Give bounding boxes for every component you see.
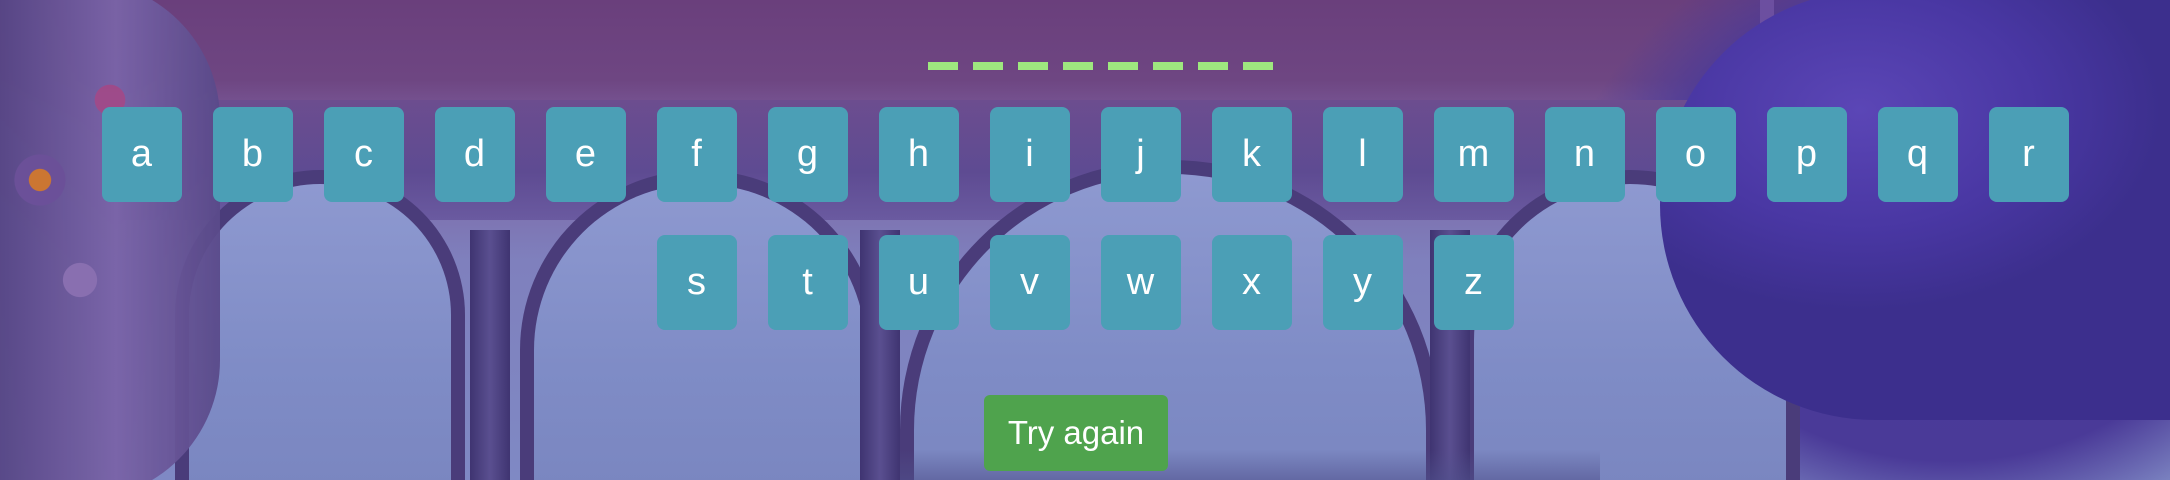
key-n[interactable]: n xyxy=(1544,107,1625,202)
try-again-button[interactable]: Try again xyxy=(984,395,1168,471)
letter-blank xyxy=(1018,62,1048,70)
key-v[interactable]: v xyxy=(989,235,1070,330)
key-t[interactable]: t xyxy=(767,235,848,330)
letter-blank xyxy=(1243,62,1273,70)
key-d[interactable]: d xyxy=(434,107,515,202)
key-h[interactable]: h xyxy=(878,107,959,202)
keyboard-row-2: stuvwxyz xyxy=(0,235,2170,330)
key-l[interactable]: l xyxy=(1322,107,1403,202)
word-blanks xyxy=(928,62,1273,70)
key-s[interactable]: s xyxy=(656,235,737,330)
keyboard-row-1: abcdefghijklmnopqr xyxy=(0,107,2170,202)
letter-blank xyxy=(928,62,958,70)
key-q[interactable]: q xyxy=(1877,107,1958,202)
key-i[interactable]: i xyxy=(989,107,1070,202)
letter-blank xyxy=(1108,62,1138,70)
key-x[interactable]: x xyxy=(1211,235,1292,330)
key-g[interactable]: g xyxy=(767,107,848,202)
key-b[interactable]: b xyxy=(212,107,293,202)
key-a[interactable]: a xyxy=(101,107,182,202)
key-c[interactable]: c xyxy=(323,107,404,202)
key-z[interactable]: z xyxy=(1433,235,1514,330)
key-p[interactable]: p xyxy=(1766,107,1847,202)
key-y[interactable]: y xyxy=(1322,235,1403,330)
key-r[interactable]: r xyxy=(1988,107,2069,202)
letter-blank xyxy=(1063,62,1093,70)
key-f[interactable]: f xyxy=(656,107,737,202)
letter-blank xyxy=(1198,62,1228,70)
key-m[interactable]: m xyxy=(1433,107,1514,202)
key-k[interactable]: k xyxy=(1211,107,1292,202)
key-w[interactable]: w xyxy=(1100,235,1181,330)
hangman-game: abcdefghijklmnopqr stuvwxyz Try again xyxy=(0,0,2170,480)
key-u[interactable]: u xyxy=(878,235,959,330)
letter-blank xyxy=(1153,62,1183,70)
key-e[interactable]: e xyxy=(545,107,626,202)
letter-blank xyxy=(973,62,1003,70)
key-o[interactable]: o xyxy=(1655,107,1736,202)
key-j[interactable]: j xyxy=(1100,107,1181,202)
